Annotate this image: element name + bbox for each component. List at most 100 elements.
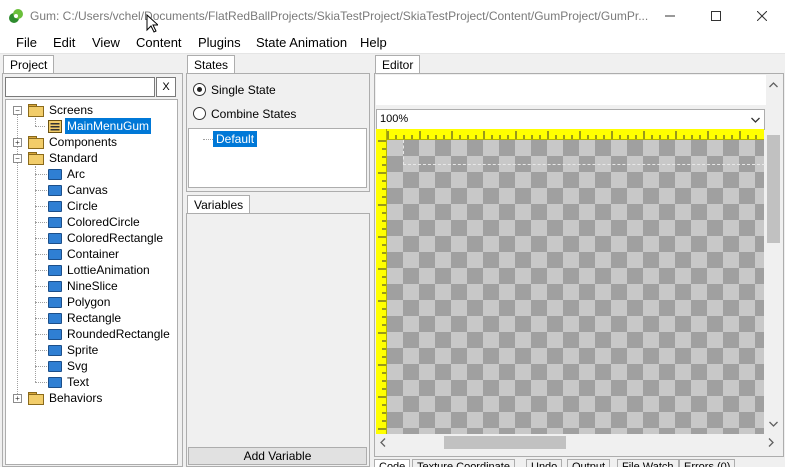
folder-icon bbox=[28, 391, 44, 405]
zoom-dropdown[interactable]: 100% bbox=[376, 109, 765, 130]
tree-item-components[interactable]: Components bbox=[49, 134, 117, 150]
tab-errors[interactable]: Errors (0) bbox=[679, 459, 736, 467]
vertical-ruler bbox=[376, 129, 387, 434]
tree-line bbox=[35, 366, 47, 367]
ruler-ticks bbox=[387, 131, 757, 139]
tree-item-canvas[interactable]: Canvas bbox=[67, 182, 108, 198]
zoom-value: 100% bbox=[380, 113, 409, 125]
menu-state-animation[interactable]: State Animation bbox=[256, 35, 347, 50]
folder-icon bbox=[28, 103, 44, 117]
mouse-cursor-icon bbox=[146, 14, 158, 33]
tab-states[interactable]: States bbox=[187, 55, 236, 74]
tree-item-lottie-animation[interactable]: LottieAnimation bbox=[67, 262, 150, 278]
tree-item-svg[interactable]: Svg bbox=[67, 358, 88, 374]
combine-states-radio[interactable] bbox=[193, 107, 206, 120]
single-state-radio[interactable] bbox=[193, 83, 206, 96]
scroll-left-icon[interactable] bbox=[380, 438, 386, 447]
collapse-screens-icon[interactable]: − bbox=[13, 106, 22, 115]
horizontal-ruler bbox=[376, 129, 764, 140]
add-variable-button[interactable]: Add Variable bbox=[188, 447, 367, 465]
tree-item-behaviors[interactable]: Behaviors bbox=[49, 390, 102, 406]
tree-item-screens[interactable]: Screens bbox=[49, 102, 93, 118]
menu-file[interactable]: File bbox=[16, 35, 37, 50]
tree-item-main-menu-gum[interactable]: MainMenuGum bbox=[65, 118, 152, 134]
menu-help[interactable]: Help bbox=[360, 35, 387, 50]
tab-texture-coordinate[interactable]: Texture Coordinate bbox=[412, 459, 515, 467]
tree-item-polygon[interactable]: Polygon bbox=[67, 294, 110, 310]
folder-icon bbox=[28, 151, 44, 165]
menu-plugins[interactable]: Plugins bbox=[198, 35, 241, 50]
standard-element-icon bbox=[48, 297, 62, 308]
minimize-icon[interactable] bbox=[647, 0, 693, 31]
menu-bar: File Edit View Content Plugins State Ani… bbox=[0, 31, 785, 54]
editor-toolbar bbox=[376, 75, 766, 105]
tab-editor[interactable]: Editor bbox=[375, 55, 421, 74]
tree-item-standard[interactable]: Standard bbox=[49, 150, 98, 166]
tree-line bbox=[35, 318, 47, 319]
tree-line bbox=[35, 286, 47, 287]
standard-element-icon bbox=[48, 169, 62, 180]
chevron-down-icon bbox=[751, 117, 760, 123]
standard-element-icon bbox=[48, 281, 62, 292]
expand-components-icon[interactable]: + bbox=[13, 138, 22, 147]
standard-element-icon bbox=[48, 249, 62, 260]
state-item-default[interactable]: Default bbox=[213, 131, 258, 147]
maximize-icon[interactable] bbox=[693, 0, 739, 31]
tab-code[interactable]: Code bbox=[374, 459, 411, 467]
tab-variables[interactable]: Variables bbox=[187, 195, 251, 214]
tree-item-colored-rectangle[interactable]: ColoredRectangle bbox=[67, 230, 163, 246]
horizontal-scrollbar[interactable] bbox=[376, 434, 774, 451]
tree-item-container[interactable]: Container bbox=[67, 246, 119, 262]
tab-undo[interactable]: Undo bbox=[526, 459, 563, 467]
editor-canvas[interactable] bbox=[387, 140, 765, 434]
tree-line bbox=[35, 254, 47, 255]
tab-file-watch[interactable]: File Watch bbox=[617, 459, 679, 467]
collapse-standard-icon[interactable]: − bbox=[13, 154, 22, 163]
project-tree[interactable]: − Screens MainMenuGum + Components − Sta… bbox=[5, 99, 178, 465]
states-tree[interactable]: Default bbox=[188, 128, 367, 188]
vertical-scroll-thumb[interactable] bbox=[767, 135, 780, 243]
scroll-right-icon[interactable] bbox=[768, 438, 774, 447]
menu-content[interactable]: Content bbox=[136, 35, 182, 50]
standard-element-icon bbox=[48, 313, 62, 324]
standard-element-icon bbox=[48, 201, 62, 212]
scroll-down-icon[interactable] bbox=[769, 421, 778, 427]
standard-element-icon bbox=[48, 329, 62, 340]
clear-search-button[interactable]: X bbox=[156, 77, 176, 97]
standard-element-icon bbox=[48, 361, 62, 372]
title-bar: Gum: C:/Users/vchel/Documents/FlatRedBal… bbox=[0, 0, 785, 31]
tree-item-colored-circle[interactable]: ColoredCircle bbox=[67, 214, 140, 230]
close-icon[interactable] bbox=[739, 0, 785, 31]
tree-line bbox=[35, 190, 47, 191]
tab-project[interactable]: Project bbox=[3, 55, 55, 74]
tab-output[interactable]: Output bbox=[567, 459, 611, 467]
tree-line bbox=[35, 238, 47, 239]
menu-edit[interactable]: Edit bbox=[53, 35, 75, 50]
standard-element-icon bbox=[48, 233, 62, 244]
variables-panel bbox=[186, 213, 370, 467]
standard-element-icon bbox=[48, 377, 62, 388]
tree-line bbox=[35, 222, 47, 223]
vertical-scrollbar[interactable] bbox=[766, 75, 781, 433]
tree-line bbox=[35, 270, 47, 271]
tree-line bbox=[35, 126, 45, 127]
tree-item-arc[interactable]: Arc bbox=[67, 166, 85, 182]
menu-view[interactable]: View bbox=[92, 35, 120, 50]
standard-element-icon bbox=[48, 185, 62, 196]
tree-line bbox=[35, 350, 47, 351]
tree-item-circle[interactable]: Circle bbox=[67, 198, 98, 214]
project-search-input[interactable] bbox=[5, 77, 155, 97]
tree-item-rounded-rectangle[interactable]: RoundedRectangle bbox=[67, 326, 170, 342]
horizontal-scroll-thumb[interactable] bbox=[444, 436, 566, 449]
gum-app-icon bbox=[9, 9, 23, 23]
tree-item-nine-slice[interactable]: NineSlice bbox=[67, 278, 118, 294]
standard-element-icon bbox=[48, 345, 62, 356]
expand-behaviors-icon[interactable]: + bbox=[13, 394, 22, 403]
tree-item-rectangle[interactable]: Rectangle bbox=[67, 310, 121, 326]
ruler-ticks bbox=[378, 140, 386, 430]
tree-item-sprite[interactable]: Sprite bbox=[67, 342, 98, 358]
bottom-tab-strip: Code Texture Coordinate Undo Output File… bbox=[374, 457, 785, 467]
tree-line bbox=[35, 174, 47, 175]
scroll-up-icon[interactable] bbox=[769, 82, 778, 88]
tree-item-text[interactable]: Text bbox=[67, 374, 89, 390]
